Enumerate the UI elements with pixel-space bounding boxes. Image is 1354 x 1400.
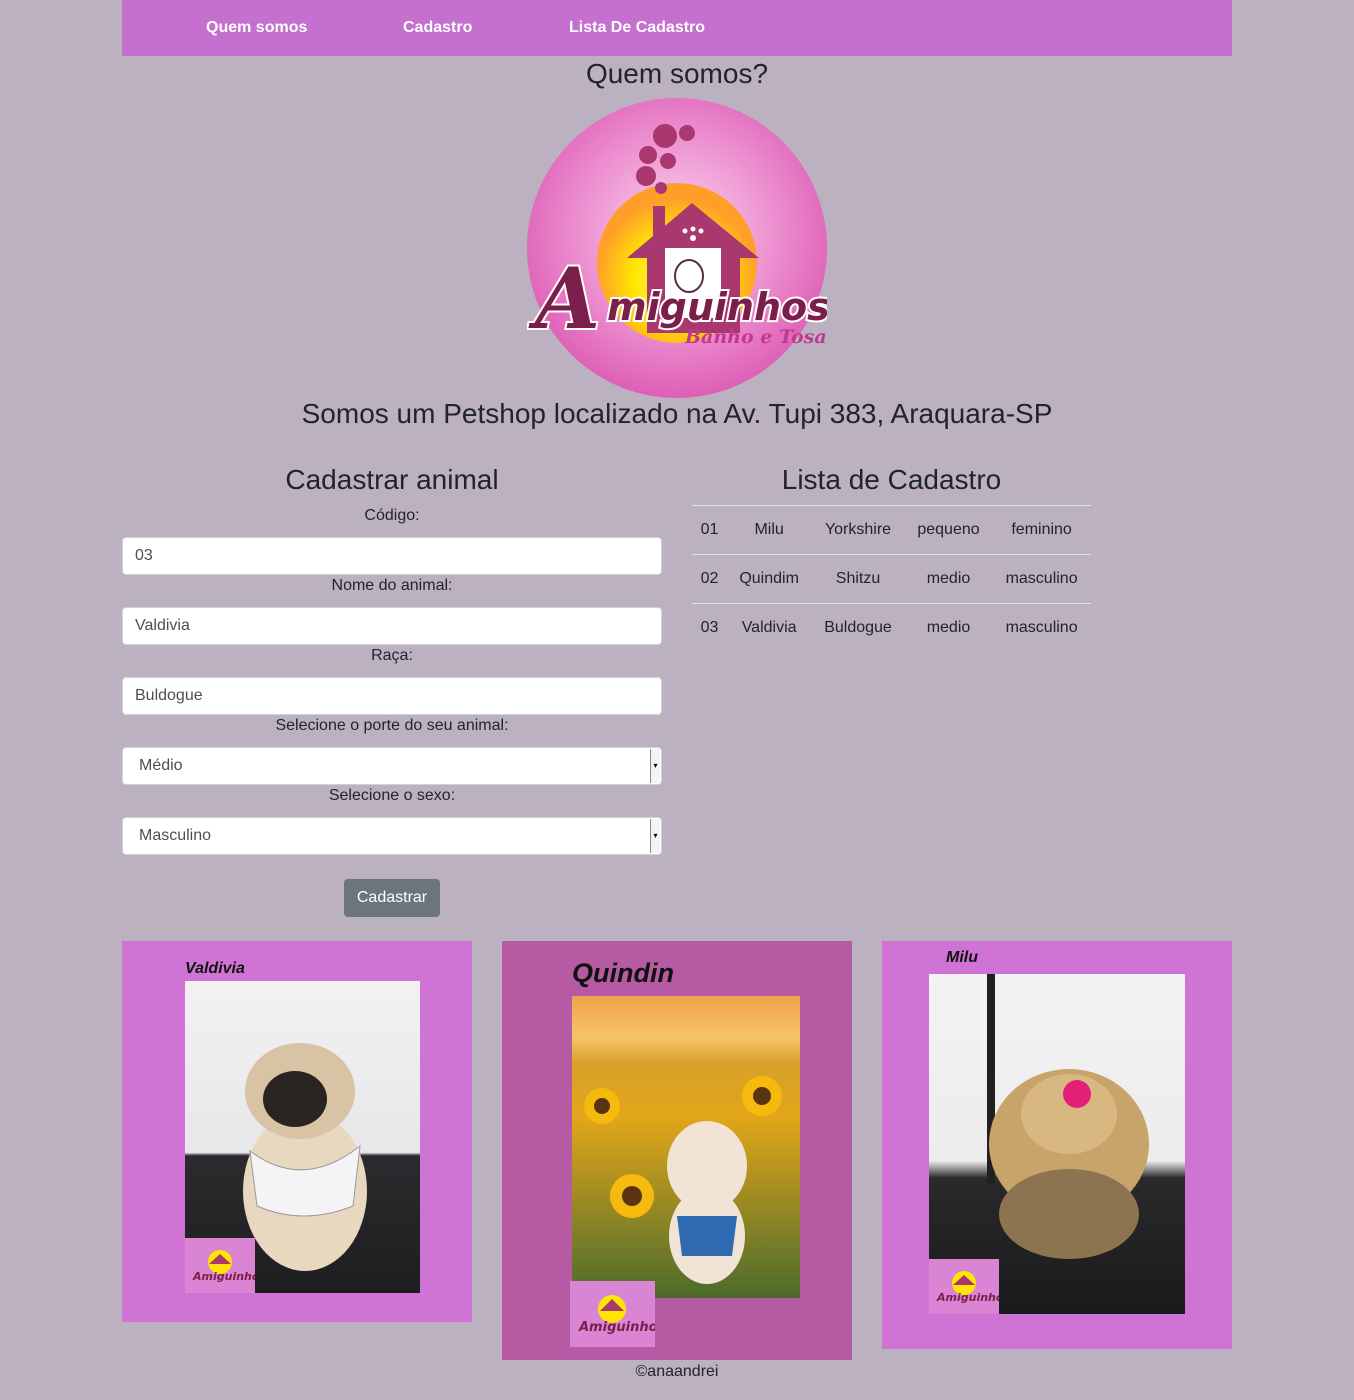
svg-text:Amiguinhos: Amiguinhos	[578, 1320, 655, 1335]
tagline: Somos um Petshop localizado na Av. Tupi …	[301, 398, 1053, 429]
nav-link-lista-de-cadastro[interactable]: Lista De Cadastro	[569, 19, 705, 37]
pet-name: Quindin	[572, 958, 674, 988]
nav-link-cadastro[interactable]: Cadastro	[403, 19, 472, 37]
table-row: 03 Valdivia Buldogue medio masculino	[692, 603, 1091, 652]
lista-de-cadastro: Lista de Cadastro 01 Milu Yorkshire pequ…	[692, 462, 1091, 652]
page-title: Quem somos?	[585, 58, 769, 89]
stamp-logo: Amiguinhos	[936, 1271, 1010, 1304]
logo-graphic: A miguinhos Banho e Tosa	[526, 98, 832, 398]
pet-name: Milu	[946, 949, 978, 966]
table-cell: Shitzu	[811, 554, 905, 604]
svg-text:miguinhos: miguinhos	[607, 285, 827, 329]
sexo-select-value: Masculino	[139, 827, 212, 844]
cadastro-form: Cadastrar animal Código: 03 Nome do anim…	[122, 462, 662, 917]
table-row: 01 Milu Yorkshire pequeno feminino	[692, 505, 1091, 555]
chevron-down-icon[interactable]: ▾	[650, 749, 660, 783]
table-row: 02 Quindim Shitzu medio masculino	[692, 554, 1091, 604]
table-cell: Buldogue	[811, 603, 905, 652]
table-cell: 02	[692, 554, 728, 604]
table-cell: 03	[692, 603, 728, 652]
sexo-select[interactable]: Masculino ▾	[122, 817, 662, 855]
list-title: Lista de Cadastro	[781, 464, 1002, 495]
pet-card-milu: Milu Amiguinhos	[882, 941, 1232, 1349]
pet-photo	[572, 996, 800, 1298]
table-cell: medio	[904, 554, 993, 604]
pet-name: Valdivia	[185, 960, 245, 977]
svg-text:Amiguinhos: Amiguinhos	[936, 1291, 999, 1304]
sexo-label: Selecione o sexo:	[328, 787, 456, 804]
nome-label: Nome do animal:	[331, 577, 453, 594]
chevron-down-icon[interactable]: ▾	[650, 819, 660, 853]
codigo-input[interactable]: 03	[122, 537, 662, 575]
pet-card-valdivia: Valdivia Amiguinhos	[122, 941, 472, 1322]
sunflower-illustration	[584, 1076, 782, 1284]
svg-text:A: A	[528, 249, 600, 348]
table-cell: Milu	[727, 505, 812, 555]
table-cell: medio	[904, 603, 993, 652]
table-cell: Quindim	[727, 554, 812, 604]
table-cell: 01	[692, 505, 728, 555]
table-cell: masculino	[992, 554, 1091, 604]
stamp-logo: Amiguinhos	[192, 1250, 266, 1283]
cadastro-table: 01 Milu Yorkshire pequeno feminino 02 Qu…	[692, 505, 1091, 652]
footer: ©anaandrei	[635, 1363, 719, 1380]
amiguinhos-stamp: Amiguinhos	[185, 1238, 266, 1293]
svg-text:Amiguinhos: Amiguinhos	[192, 1270, 255, 1283]
codigo-label: Código:	[364, 507, 420, 524]
table-cell: Yorkshire	[811, 505, 905, 555]
raca-input[interactable]: Buldogue	[122, 677, 662, 715]
nome-input[interactable]: Valdivia	[122, 607, 662, 645]
table-cell: feminino	[992, 505, 1091, 555]
porte-select[interactable]: Médio ▾	[122, 747, 662, 785]
navbar: Quem somos Cadastro Lista De Cadastro	[122, 0, 1232, 56]
amiguinhos-stamp: Amiguinhos	[929, 1259, 1010, 1314]
porte-select-value: Médio	[139, 757, 183, 774]
svg-text:Banho e Tosa: Banho e Tosa	[684, 326, 827, 348]
amiguinhos-stamp: Amiguinhos	[570, 1281, 666, 1347]
amiguinhos-logo: A miguinhos Banho e Tosa	[526, 98, 832, 398]
porte-label: Selecione o porte do seu animal:	[275, 717, 509, 734]
nav-link-quem-somos[interactable]: Quem somos	[206, 19, 307, 37]
stamp-logo: Amiguinhos	[578, 1295, 666, 1335]
cadastrar-button[interactable]: Cadastrar	[344, 879, 440, 917]
raca-label: Raça:	[371, 647, 413, 664]
form-title: Cadastrar animal	[285, 464, 499, 495]
table-cell: Valdivia	[727, 603, 812, 652]
pet-card-quindin: Quindin Amiguinhos	[502, 941, 852, 1360]
table-cell: pequeno	[904, 505, 993, 555]
table-cell: masculino	[992, 603, 1091, 652]
